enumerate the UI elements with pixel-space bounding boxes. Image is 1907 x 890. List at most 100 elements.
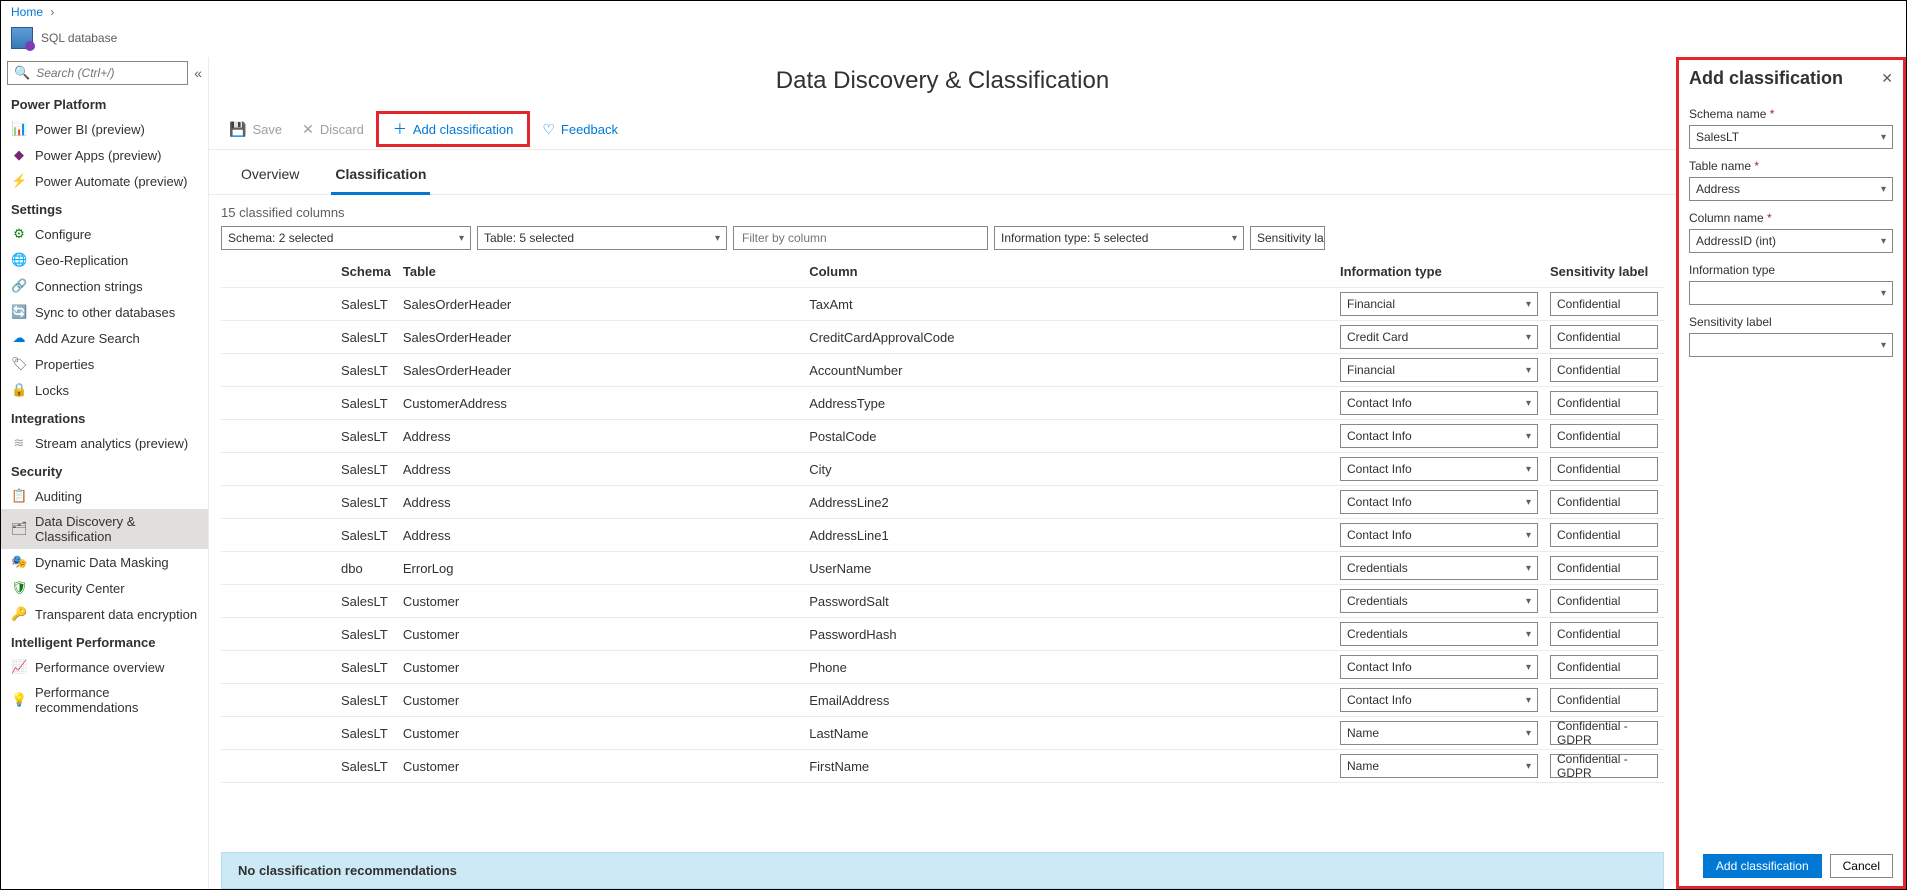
cell-table: Customer: [397, 684, 803, 717]
cell-sensitivity-select[interactable]: Confidential: [1550, 556, 1658, 580]
chevron-down-icon: ▾: [1526, 464, 1531, 475]
cell-table: Customer: [397, 651, 803, 684]
chevron-down-icon: ▾: [1526, 365, 1531, 376]
cell-sensitivity-select[interactable]: Confidential: [1550, 292, 1658, 316]
header-table[interactable]: Table: [397, 256, 803, 288]
sensitivity-label-select[interactable]: ▾: [1689, 333, 1893, 357]
panel-add-button[interactable]: Add classification: [1703, 854, 1822, 878]
cell-info-type-select[interactable]: Name▾: [1340, 754, 1538, 778]
cell-column: PostalCode: [803, 420, 1334, 453]
sidebar-item[interactable]: 🗂Data Discovery & Classification: [1, 509, 208, 549]
save-button[interactable]: 💾 Save: [221, 117, 290, 142]
cell-info-type-select[interactable]: Contact Info▾: [1340, 523, 1538, 547]
sidebar-item[interactable]: 🔗Connection strings: [1, 273, 208, 299]
column-name-select[interactable]: AddressID (int) ▾: [1689, 229, 1893, 253]
sidebar-item[interactable]: 📋Auditing: [1, 483, 208, 509]
discard-button[interactable]: ✕ Discard: [294, 117, 372, 142]
cell-sensitivity-select[interactable]: Confidential: [1550, 523, 1658, 547]
sidebar-search[interactable]: 🔍: [7, 61, 188, 85]
cell-sensitivity-select[interactable]: Confidential: [1550, 325, 1658, 349]
add-classification-highlight: ＋ Add classification: [376, 111, 530, 147]
sidebar-item-label: Connection strings: [35, 279, 143, 294]
cell-info-type-select[interactable]: Contact Info▾: [1340, 490, 1538, 514]
command-bar: 💾 Save ✕ Discard ＋ Add classification ♡ …: [209, 109, 1676, 150]
cell-sensitivity-select[interactable]: Confidential: [1550, 457, 1658, 481]
cell-sensitivity-select[interactable]: Confidential - GDPR: [1550, 721, 1658, 745]
cell-schema: SalesLT: [221, 387, 397, 420]
cell-info-type-select[interactable]: Contact Info▾: [1340, 391, 1538, 415]
collapse-sidebar-button[interactable]: «: [194, 65, 202, 81]
cell-sensitivity-select[interactable]: Confidential - GDPR: [1550, 754, 1658, 778]
cell-info-type-select[interactable]: Financial▾: [1340, 292, 1538, 316]
sidebar-item[interactable]: 💡Performance recommendations: [1, 680, 208, 720]
sidebar-item-icon: 🏷: [11, 356, 27, 372]
tab-overview[interactable]: Overview: [237, 160, 303, 194]
sidebar-item-label: Transparent data encryption: [35, 607, 197, 622]
header-sensitivity[interactable]: Sensitivity label: [1544, 256, 1664, 288]
cell-sensitivity-select[interactable]: Confidential: [1550, 655, 1658, 679]
sidebar-item[interactable]: 🔄Sync to other databases: [1, 299, 208, 325]
table-name-select[interactable]: Address ▾: [1689, 177, 1893, 201]
sidebar-item[interactable]: 🎭Dynamic Data Masking: [1, 549, 208, 575]
filter-table[interactable]: Table: 5 selected ▾: [477, 226, 727, 250]
cell-info-type-select[interactable]: Financial▾: [1340, 358, 1538, 382]
cell-info-type-select[interactable]: Credentials▾: [1340, 622, 1538, 646]
sidebar-section-title: Settings: [1, 194, 208, 221]
cell-sensitivity-select[interactable]: Confidential: [1550, 391, 1658, 415]
sidebar-item[interactable]: 🔒Locks: [1, 377, 208, 403]
schema-name-select[interactable]: SalesLT ▾: [1689, 125, 1893, 149]
cell-info-type-select[interactable]: Contact Info▾: [1340, 655, 1538, 679]
close-panel-button[interactable]: ✕: [1881, 70, 1893, 87]
information-type-select[interactable]: ▾: [1689, 281, 1893, 305]
cell-info-type-select[interactable]: Contact Info▾: [1340, 457, 1538, 481]
sidebar-item-label: Dynamic Data Masking: [35, 555, 169, 570]
cell-column: AddressType: [803, 387, 1334, 420]
search-input[interactable]: [34, 65, 181, 81]
cell-sensitivity-select[interactable]: Confidential: [1550, 589, 1658, 613]
sidebar-item[interactable]: 📊Power BI (preview): [1, 116, 208, 142]
sidebar-item[interactable]: 🏷 Properties: [1, 351, 208, 377]
breadcrumb-home[interactable]: Home: [11, 5, 43, 19]
sidebar-item[interactable]: ☁Add Azure Search: [1, 325, 208, 351]
header-schema[interactable]: Schema: [221, 256, 397, 288]
cell-sensitivity-select[interactable]: Confidential: [1550, 688, 1658, 712]
sidebar-item[interactable]: 🛡Security Center: [1, 575, 208, 601]
sidebar-item[interactable]: ⚡Power Automate (preview): [1, 168, 208, 194]
sidebar-item-label: Properties: [35, 357, 94, 372]
cell-info-type-value: Financial: [1347, 297, 1395, 311]
sidebar-item[interactable]: 🔑 Transparent data encryption: [1, 601, 208, 627]
cell-sensitivity-select[interactable]: Confidential: [1550, 490, 1658, 514]
filter-sensitivity-label[interactable]: Sensitivity la: [1250, 226, 1325, 250]
panel-cancel-button[interactable]: Cancel: [1830, 854, 1893, 878]
resource-type: SQL database: [41, 31, 117, 45]
cell-info-type-select[interactable]: Credentials▾: [1340, 589, 1538, 613]
classified-count: 15 classified columns: [209, 195, 1676, 226]
filter-schema[interactable]: Schema: 2 selected ▾: [221, 226, 471, 250]
cell-info-type-select[interactable]: Contact Info▾: [1340, 424, 1538, 448]
header-info-type[interactable]: Information type: [1334, 256, 1544, 288]
feedback-button[interactable]: ♡ Feedback: [534, 117, 626, 142]
filter-column-input[interactable]: [740, 230, 981, 246]
cell-sensitivity-select[interactable]: Confidential: [1550, 358, 1658, 382]
tabs: Overview Classification: [209, 150, 1676, 195]
sidebar-item[interactable]: ⚙Configure: [1, 221, 208, 247]
filter-column[interactable]: [733, 226, 988, 250]
cell-sensitivity-select[interactable]: Confidential: [1550, 424, 1658, 448]
sidebar-item-icon: 🔑: [11, 606, 27, 622]
sidebar-item[interactable]: 🌐Geo-Replication: [1, 247, 208, 273]
cell-info-type-select[interactable]: Credentials▾: [1340, 556, 1538, 580]
sidebar-item[interactable]: ◆Power Apps (preview): [1, 142, 208, 168]
filter-information-type[interactable]: Information type: 5 selected ▾: [994, 226, 1244, 250]
header-column[interactable]: Column: [803, 256, 1334, 288]
cell-info-type-select[interactable]: Name▾: [1340, 721, 1538, 745]
tab-classification[interactable]: Classification: [331, 160, 430, 195]
cell-info-type-select[interactable]: Credit Card▾: [1340, 325, 1538, 349]
sidebar-item[interactable]: ≋Stream analytics (preview): [1, 430, 208, 456]
sidebar-item[interactable]: 📈Performance overview: [1, 654, 208, 680]
cell-info-type-value: Credit Card: [1347, 330, 1408, 344]
cell-info-type-select[interactable]: Contact Info▾: [1340, 688, 1538, 712]
page-title: Data Discovery & Classification: [209, 57, 1676, 109]
cell-sensitivity-select[interactable]: Confidential: [1550, 622, 1658, 646]
sidebar-item-icon: 🌐: [11, 252, 27, 268]
add-classification-button[interactable]: ＋ Add classification: [385, 115, 521, 143]
